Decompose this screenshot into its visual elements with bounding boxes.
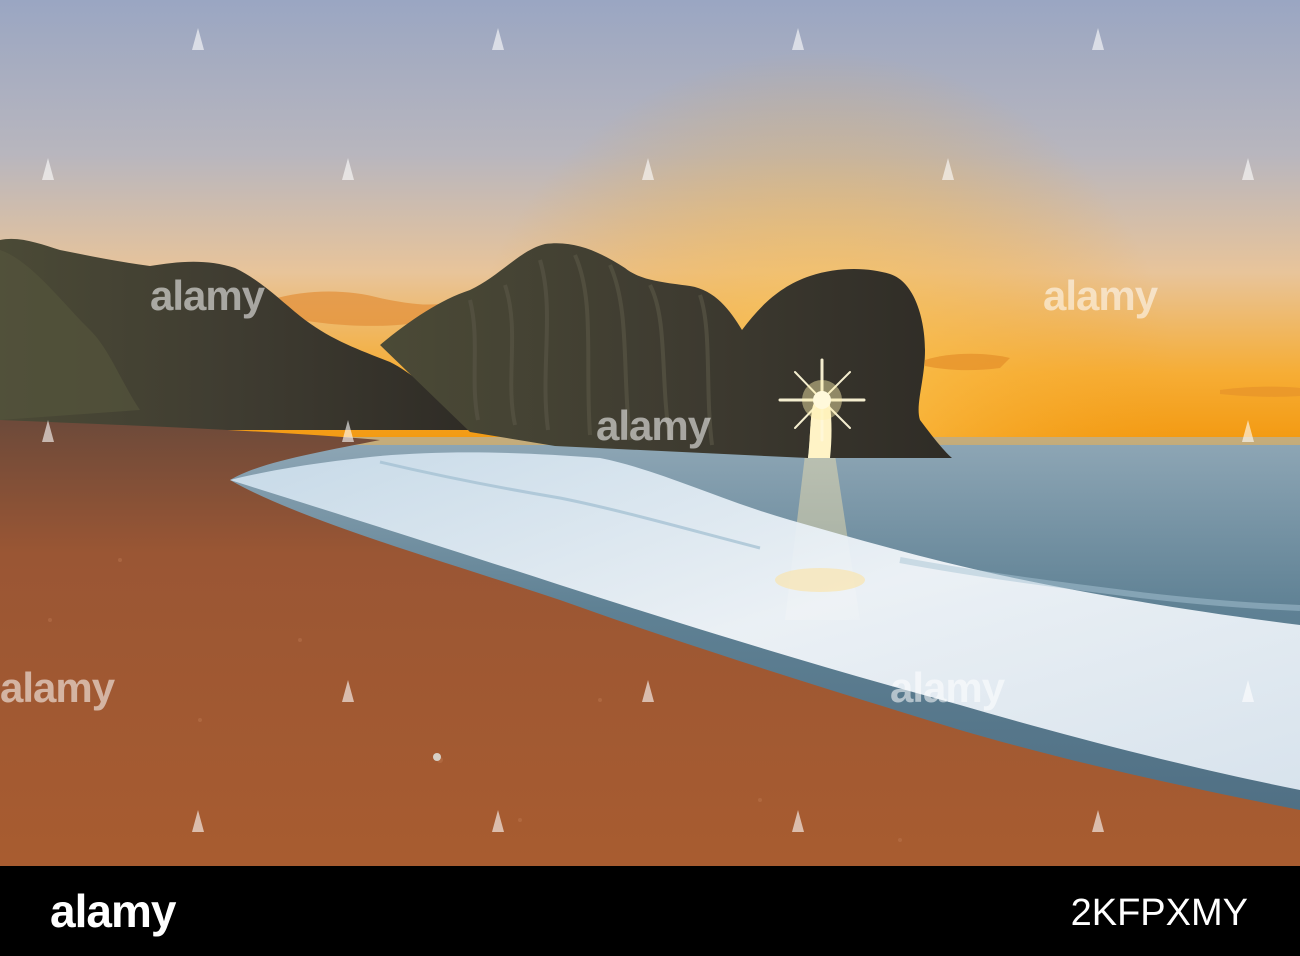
- footer-bar: alamy 2KFPXMY: [0, 866, 1300, 956]
- image-frame: alamy alamy alamy alamy alamy alamy 2KFP…: [0, 0, 1300, 956]
- image-id: 2KFPXMY: [1070, 892, 1248, 934]
- brand-logo: alamy: [50, 885, 176, 937]
- landscape-photo: [0, 0, 1300, 866]
